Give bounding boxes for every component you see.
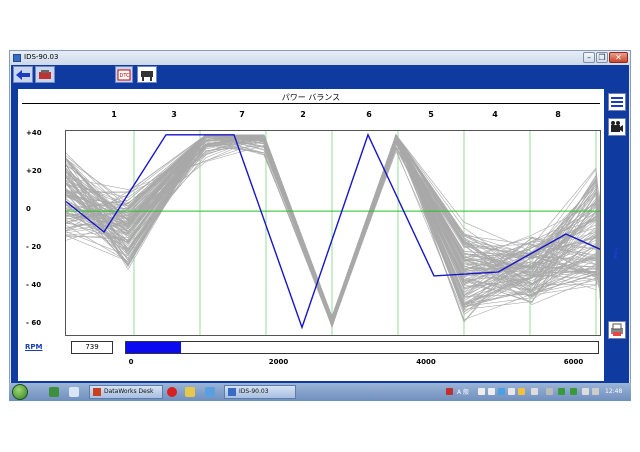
- ids-icon: [228, 388, 236, 396]
- info-icon: i: [613, 245, 619, 261]
- tray-icon-4[interactable]: [498, 388, 505, 395]
- column-label-6: 6: [366, 110, 372, 119]
- y-tick-label: +40: [26, 128, 42, 137]
- quicklaunch-icon-1[interactable]: [49, 387, 59, 397]
- rpm-bar-fill: [126, 342, 181, 353]
- power-balance-panel: パワー バランス 1 3 7 2 6 5 4 8 +40 +20 0 - 20 - 40 - 60 RP…: [18, 89, 604, 381]
- tray-icon-9[interactable]: [558, 388, 565, 395]
- dtc-button[interactable]: DTC: [115, 66, 133, 83]
- app-window: IDS-90.03 – ❐ ✕ DTC パワー バランス 1 3 7 2 6 5 4 8 +4…: [9, 50, 631, 401]
- panel-title: パワー バランス: [281, 93, 341, 102]
- y-tick-label: - 40: [26, 281, 42, 290]
- taskbar-item-dataworks[interactable]: DataWorks Desk: [89, 385, 163, 399]
- vehicle-lift-button[interactable]: [137, 66, 157, 83]
- dtc-icon: DTC: [117, 69, 131, 80]
- camera-icon: [611, 121, 623, 132]
- back-button[interactable]: [13, 66, 33, 83]
- y-tick-label: +20: [26, 166, 42, 175]
- tray-icon-6[interactable]: [518, 388, 525, 395]
- quicklaunch-icon-2[interactable]: [69, 387, 79, 397]
- maximize-button[interactable]: ❐: [596, 52, 608, 63]
- tray-icon-7[interactable]: [531, 388, 538, 395]
- column-label-1: 1: [111, 110, 117, 119]
- rpm-label[interactable]: RPM: [25, 343, 43, 351]
- folder-icon[interactable]: [185, 387, 195, 397]
- taskbar-item-ids[interactable]: IDS-90.03: [224, 385, 296, 399]
- rpm-tick-label: 0: [128, 358, 134, 366]
- power-balance-chart: [65, 131, 601, 335]
- tray-icon-2[interactable]: [478, 388, 485, 395]
- rpm-value: 739: [71, 341, 113, 354]
- dataworks-icon: [93, 388, 101, 396]
- y-tick-label: - 60: [26, 319, 42, 328]
- print-button[interactable]: [608, 321, 626, 339]
- rpm-tick-label: 6000: [563, 358, 584, 366]
- column-label-5: 5: [428, 110, 434, 119]
- tray-icon-11[interactable]: [582, 388, 589, 395]
- rpm-tick-label: 2000: [268, 358, 289, 366]
- title-bar: IDS-90.03 – ❐ ✕: [10, 51, 630, 65]
- rpm-bar: [125, 341, 599, 354]
- chart-plot-area: [65, 130, 601, 336]
- column-label-8: 8: [555, 110, 561, 119]
- tray-icon-1[interactable]: [446, 388, 453, 395]
- background-sweep-81: [65, 134, 601, 327]
- tray-icon-8[interactable]: [546, 388, 553, 395]
- main-frame: パワー バランス 1 3 7 2 6 5 4 8 +40 +20 0 - 20 - 40 - 60 RP…: [11, 85, 629, 385]
- ime-indicator[interactable]: A 般: [457, 387, 469, 396]
- y-tick-label: - 20: [26, 243, 42, 252]
- ecu-icon: [39, 69, 51, 79]
- back-arrow-icon: [16, 69, 30, 80]
- tray-icon-5[interactable]: [508, 388, 515, 395]
- taskbar-clock: 12:48: [605, 388, 623, 395]
- tray-icon-12[interactable]: [592, 388, 599, 395]
- y-tick-label: 0: [26, 205, 31, 214]
- column-label-3: 3: [171, 110, 177, 119]
- svg-text:i: i: [613, 245, 619, 261]
- info-button[interactable]: i: [608, 244, 626, 262]
- browser-icon[interactable]: [205, 387, 215, 397]
- tray-icon-10[interactable]: [570, 388, 577, 395]
- column-label-4: 4: [492, 110, 498, 119]
- red-dot-icon[interactable]: [167, 387, 177, 397]
- column-label-2: 2: [300, 110, 306, 119]
- camera-button[interactable]: [608, 118, 626, 136]
- background-sweep-19: [65, 135, 601, 326]
- close-button[interactable]: ✕: [609, 52, 628, 63]
- minimize-button[interactable]: –: [583, 52, 595, 63]
- background-sweep-54: [65, 133, 601, 327]
- windows-taskbar: DataWorks Desk IDS-90.03 A 般 12:48: [9, 383, 631, 401]
- svg-text:DTC: DTC: [120, 73, 131, 79]
- toolbar: DTC: [11, 65, 629, 85]
- window-title: IDS-90.03: [24, 53, 59, 61]
- app-icon: [13, 54, 21, 62]
- print-icon: [611, 323, 623, 336]
- background-sweep-94: [65, 134, 601, 327]
- list-icon: [611, 97, 623, 107]
- start-button[interactable]: [12, 384, 28, 400]
- column-label-7: 7: [239, 110, 245, 119]
- rpm-tick-label: 4000: [416, 358, 436, 366]
- vehicle-lift-icon: [141, 70, 153, 81]
- title-divider: [22, 103, 600, 104]
- ecu-button[interactable]: [35, 66, 55, 83]
- tray-icon-3[interactable]: [488, 388, 495, 395]
- list-button[interactable]: [608, 93, 626, 111]
